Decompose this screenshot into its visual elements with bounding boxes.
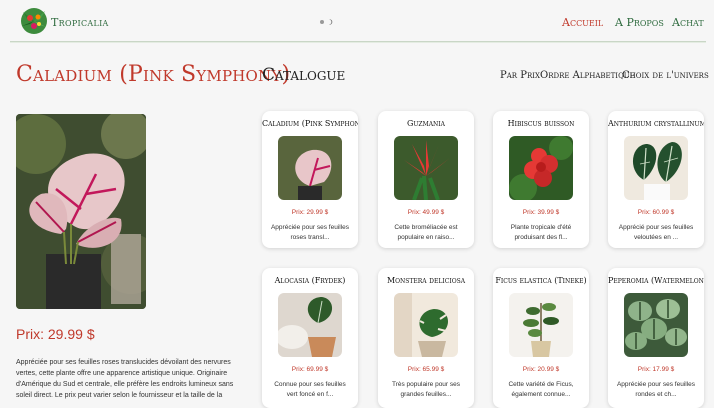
product-price: Prix: 29.99 $ — [16, 326, 95, 342]
card-price: Prix: 17.99 $ — [637, 366, 675, 373]
card-image — [278, 136, 342, 200]
brand-name[interactable]: Tropicalia — [51, 16, 109, 29]
card-title: Ficus elastica (Tineke) — [495, 276, 587, 285]
card-image — [624, 136, 688, 200]
card-description: Appréciée pour ses feuilles rondes et ch.… — [616, 381, 696, 398]
card-description: Plante tropicale d'été produisant des fl.… — [510, 224, 572, 241]
theme-toggle-icon[interactable] — [318, 18, 338, 26]
card-description: Appréciée pour ses feuilles roses transl.… — [270, 224, 350, 241]
card-description: Cette variété de Ficus, également connue.… — [508, 381, 574, 398]
card-title: Guzmania — [406, 119, 446, 128]
nav-accueil[interactable]: Accueil — [562, 16, 603, 29]
card-price: Prix: 49.99 $ — [407, 209, 445, 216]
product-card-monstera[interactable]: Monstera deliciosa Prix: 65.99 $ Très po… — [378, 268, 474, 408]
card-title: Monstera deliciosa — [386, 276, 466, 285]
nav-achat[interactable]: Achat — [672, 16, 704, 29]
card-image — [624, 293, 688, 357]
product-card-guzmania[interactable]: Guzmania Prix: 49.99 $ Cette broméliacée… — [378, 111, 474, 248]
card-title: Peperomia (Watermelon) — [608, 276, 704, 285]
tropical-logo-icon[interactable] — [19, 6, 49, 36]
product-card-anthurium[interactable]: Anthurium crystallinum Prix: 60.99 $ App… — [608, 111, 704, 248]
card-price: Prix: 20.99 $ — [522, 366, 560, 373]
card-price: Prix: 29.99 $ — [291, 209, 329, 216]
product-card-hibiscus[interactable]: Hibiscus buisson Prix: 39.99 $ Plante tr… — [493, 111, 589, 248]
product-card-alocasia[interactable]: Alocasia (Frydek) Prix: 69.99 $ Connue p… — [262, 268, 358, 408]
card-image — [278, 293, 342, 357]
card-title: Caladium (Pink Symphony) — [262, 119, 358, 128]
card-title: Hibiscus buisson — [507, 119, 575, 128]
card-description: Connue pour ses feuilles vert foncé en f.… — [274, 381, 346, 398]
catalogue-title: Catalogue — [262, 65, 346, 85]
product-description: Appréciée pour ses feuilles roses transl… — [16, 359, 234, 399]
card-title: Anthurium crystallinum — [608, 119, 704, 128]
product-title: Caladium (Pink Symphony) — [16, 62, 291, 87]
card-description: Cette broméliacée est populaire en raiso.… — [394, 224, 458, 241]
card-image — [394, 136, 458, 200]
sort-by-price[interactable]: Par Prix — [500, 70, 540, 81]
nav-a-propos[interactable]: A Propos — [615, 16, 664, 29]
product-card-ficus[interactable]: Ficus elastica (Tineke) Prix: 20.99 $ Ce… — [493, 268, 589, 408]
product-card-caladium[interactable]: Caladium (Pink Symphony) Prix: 29.99 $ A… — [262, 111, 358, 248]
card-image — [394, 293, 458, 357]
top-navbar: Tropicalia Accueil A Propos Achat — [10, 0, 706, 42]
sort-universe-choice[interactable]: Choix de l'univers — [622, 70, 709, 81]
card-description: Apprécié pour ses feuilles veloutées en .… — [618, 224, 694, 241]
card-price: Prix: 39.99 $ — [522, 209, 560, 216]
card-title: Alocasia (Frydek) — [274, 276, 346, 285]
card-image — [509, 136, 573, 200]
card-price: Prix: 60.99 $ — [637, 209, 675, 216]
product-image — [16, 114, 146, 309]
card-price: Prix: 65.99 $ — [407, 366, 445, 373]
card-price: Prix: 69.99 $ — [291, 366, 329, 373]
sort-alphabetical[interactable]: Ordre Alphabetique — [540, 70, 635, 81]
card-description: Très populaire pour ses grandes feuilles.… — [391, 381, 461, 398]
card-image — [509, 293, 573, 357]
product-card-peperomia[interactable]: Peperomia (Watermelon) Prix: 17.99 $ App… — [608, 268, 704, 408]
